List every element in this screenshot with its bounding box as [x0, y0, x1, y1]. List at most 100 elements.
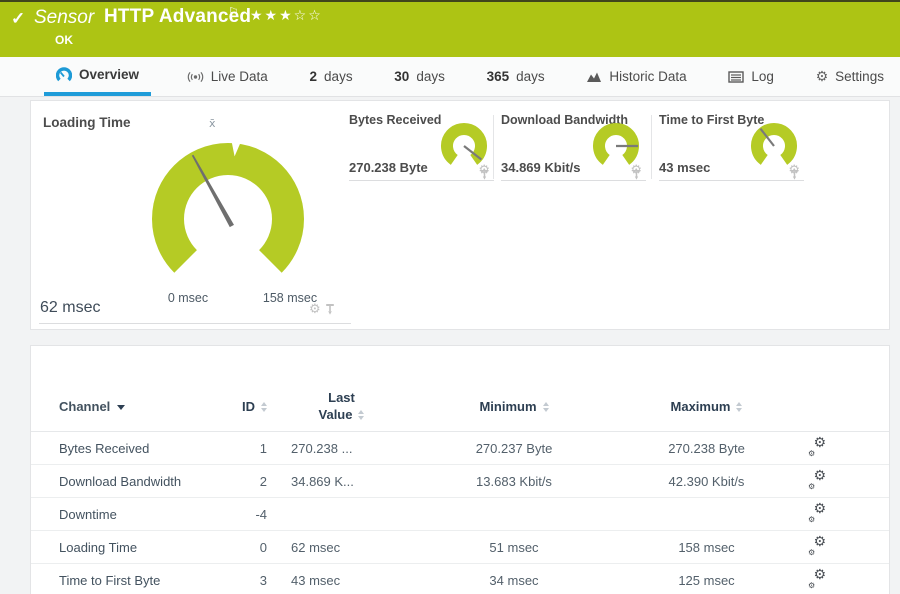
- column-header-last-value[interactable]: Last Value: [269, 390, 414, 423]
- mini-gauge-bytes-received: Bytes Received 270.238 Byte ⚙: [349, 113, 494, 181]
- tab-settings[interactable]: ⚙ Settings: [810, 57, 890, 96]
- column-header-channel[interactable]: Channel: [59, 399, 234, 414]
- cell-id: 2: [259, 473, 267, 489]
- mini-gauge-time-to-first-byte: Time to First Byte 43 msec ⚙: [659, 113, 804, 181]
- column-label: Maximum: [670, 399, 731, 414]
- gauge-settings-icon[interactable]: ⚙: [309, 303, 321, 316]
- cell-last-value: 34.869 K...: [291, 473, 354, 489]
- channel-settings-button[interactable]: ⚙ ⚙: [807, 567, 829, 590]
- divider: [39, 323, 351, 324]
- column-header-id[interactable]: ID: [234, 399, 269, 414]
- main-gauge-value: 62 msec: [40, 299, 101, 316]
- cell-maximum: 42.390 Kbit/s: [668, 473, 745, 489]
- pin-gauge-icon[interactable]: [631, 169, 642, 181]
- cell-last-value: 43 msec: [291, 572, 341, 588]
- pin-gauge-icon[interactable]: [789, 169, 800, 181]
- channel-settings-button[interactable]: ⚙ ⚙: [807, 534, 829, 557]
- status-ok-check-icon: ✓: [11, 9, 26, 28]
- tab-30-days[interactable]: 30 days: [388, 57, 451, 96]
- pin-gauge-icon[interactable]: [479, 169, 490, 181]
- channel-settings-button[interactable]: ⚙ ⚙: [807, 468, 829, 491]
- table-row[interactable]: Bytes Received 1 270.238 ... 270.237 Byt…: [31, 432, 889, 465]
- tab-label: Settings: [835, 69, 884, 84]
- flag-icon[interactable]: ⚐: [228, 5, 239, 19]
- status-badge: OK: [55, 33, 73, 47]
- tab-number: 30: [394, 69, 410, 84]
- cell-minimum: 34 msec: [489, 572, 539, 588]
- tab-label: days: [516, 69, 545, 84]
- tab-historic-data[interactable]: Historic Data: [580, 57, 692, 96]
- tab-overview[interactable]: Overview: [44, 57, 152, 96]
- prtg-sensor-page: ✓ Sensor HTTP Advanced ⚐ ★★★☆☆ OK Overvi…: [0, 0, 900, 594]
- mini-gauge-value: 34.869 Kbit/s: [501, 160, 581, 175]
- tab-label: Historic Data: [609, 69, 687, 84]
- table-header-row: Channel ID Last Value Minimum Maximum: [31, 382, 889, 432]
- main-gauge-title: Loading Time: [43, 115, 131, 130]
- tab-label: days: [324, 69, 353, 84]
- sort-icon[interactable]: [358, 409, 365, 420]
- cell-minimum: 13.683 Kbit/s: [476, 473, 552, 489]
- tab-number: 365: [486, 69, 510, 84]
- tab-label: Log: [751, 69, 774, 84]
- tab-label: Overview: [79, 67, 140, 82]
- column-label: Channel: [59, 399, 111, 414]
- table-row[interactable]: Loading Time 0 62 msec 51 msec 158 msec …: [31, 531, 889, 564]
- tab-365-days[interactable]: 365 days: [481, 57, 551, 96]
- tab-label: days: [416, 69, 445, 84]
- table-row[interactable]: Download Bandwidth 2 34.869 K... 13.683 …: [31, 465, 889, 498]
- historic-chart-icon: [586, 69, 602, 84]
- channel-table-panel: Channel ID Last Value Minimum Maximum By…: [30, 345, 890, 594]
- channel-settings-button[interactable]: ⚙ ⚙: [807, 435, 829, 458]
- mini-gauge-value: 43 msec: [659, 160, 711, 175]
- sort-icon[interactable]: [736, 401, 743, 412]
- cell-channel[interactable]: Download Bandwidth: [59, 474, 234, 489]
- tab-number: 2: [309, 69, 318, 84]
- cell-minimum: 270.237 Byte: [475, 440, 553, 456]
- column-label: Value: [318, 406, 353, 422]
- mini-gauge-value: 270.238 Byte: [349, 160, 428, 175]
- mini-gauge-download-bandwidth: Download Bandwidth 34.869 Kbit/s ⚙: [501, 113, 646, 181]
- cell-maximum: 270.238 Byte: [668, 440, 745, 456]
- divider: [493, 115, 494, 179]
- cell-channel[interactable]: Time to First Byte: [59, 573, 234, 588]
- cell-last-value: 62 msec: [291, 539, 341, 555]
- cell-maximum: 125 msec: [678, 572, 735, 588]
- tab-2-days[interactable]: 2 days: [304, 57, 359, 96]
- table-row[interactable]: Time to First Byte 3 43 msec 34 msec 125…: [31, 564, 889, 594]
- cell-id: 3: [259, 572, 267, 588]
- sensor-kind-label: Sensor: [34, 7, 95, 28]
- mini-gauge-title: Bytes Received: [349, 113, 442, 127]
- cell-channel[interactable]: Bytes Received: [59, 441, 234, 456]
- cell-channel[interactable]: Downtime: [59, 507, 234, 522]
- divider: [651, 115, 652, 179]
- column-header-maximum[interactable]: Maximum: [614, 399, 799, 414]
- log-list-icon: [728, 70, 745, 84]
- priority-stars[interactable]: ★★★☆☆: [250, 8, 323, 24]
- column-label: ID: [242, 399, 255, 414]
- column-label: Minimum: [479, 399, 537, 414]
- cell-channel[interactable]: Loading Time: [59, 540, 234, 555]
- cell-id: 0: [259, 539, 267, 555]
- column-header-minimum[interactable]: Minimum: [414, 399, 614, 414]
- sort-icon[interactable]: [542, 401, 549, 412]
- mean-marker-label: x̄: [209, 117, 216, 130]
- loading-time-gauge: [152, 139, 304, 273]
- table-row[interactable]: Downtime -4 ⚙ ⚙: [31, 498, 889, 531]
- cell-id: 1: [259, 440, 267, 456]
- tab-live-data[interactable]: Live Data: [181, 57, 274, 96]
- cell-id: -4: [255, 506, 267, 522]
- sort-icon[interactable]: [261, 401, 267, 412]
- channel-settings-button[interactable]: ⚙ ⚙: [807, 501, 829, 524]
- sort-desc-caret-icon: [117, 405, 126, 414]
- tab-bar: Overview Live Data 2 days 30 days 365 da…: [0, 57, 900, 97]
- gauge-min-label: 0 msec: [167, 291, 209, 305]
- live-data-icon: [187, 69, 204, 85]
- column-label: Last: [328, 390, 355, 406]
- pin-gauge-icon[interactable]: [324, 303, 336, 316]
- tab-log[interactable]: Log: [722, 57, 780, 96]
- gauges-panel: Loading Time x̄ 0 msec 158 msec 62 msec …: [30, 100, 890, 330]
- sensor-header: ✓ Sensor HTTP Advanced ⚐ ★★★☆☆ OK: [0, 0, 900, 57]
- gauge-icon: [56, 66, 72, 83]
- tab-label: Live Data: [210, 69, 268, 84]
- cell-last-value: 270.238 ...: [291, 440, 353, 456]
